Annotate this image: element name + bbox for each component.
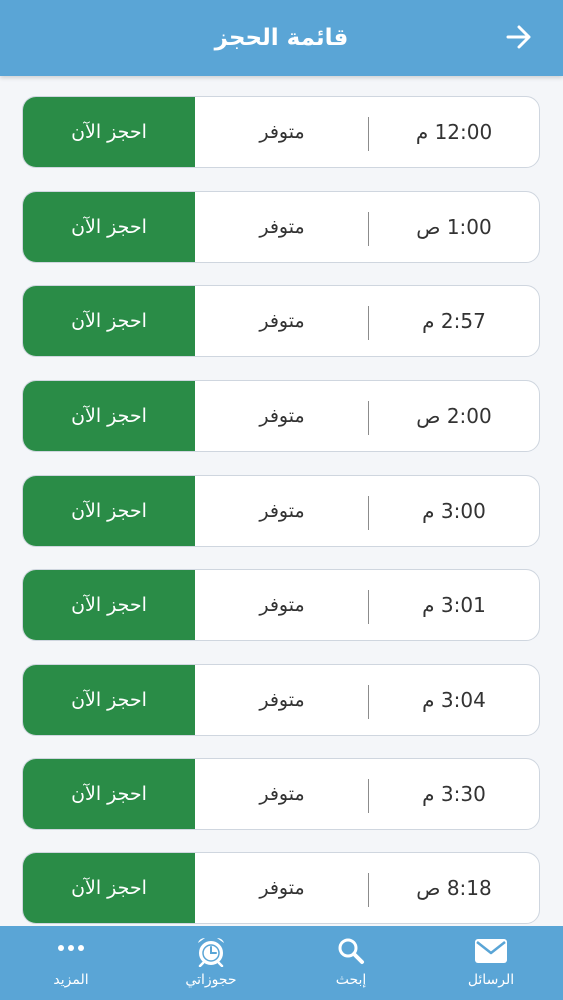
book-now-button[interactable]: احجز الآن <box>23 759 195 829</box>
availability-status: متوفر <box>259 877 305 899</box>
availability-status: متوفر <box>259 405 305 427</box>
book-now-button[interactable]: احجز الآن <box>23 192 195 262</box>
book-now-button[interactable]: احجز الآن <box>23 286 195 356</box>
more-dots-icon <box>57 940 85 956</box>
nav-more-label: المزيد <box>53 972 89 988</box>
book-now-button[interactable]: احجز الآن <box>23 381 195 451</box>
booking-row: احجز الآن متوفر 8:18 ص <box>22 852 540 924</box>
search-icon <box>337 937 365 965</box>
nav-bookings-label: حجوزاتي <box>185 972 237 988</box>
availability-status: متوفر <box>259 310 305 332</box>
booking-row: احجز الآن متوفر 3:30 م <box>22 758 540 830</box>
booking-row: احجز الآن متوفر 12:00 م <box>22 96 540 168</box>
time-slot: 3:04 م <box>422 688 486 712</box>
booking-row: احجز الآن متوفر 1:00 ص <box>22 191 540 263</box>
booking-row: احجز الآن متوفر 3:01 م <box>22 569 540 641</box>
nav-messages[interactable]: الرسائل <box>421 926 561 1000</box>
app-header: قائمة الحجز <box>0 0 563 76</box>
availability-status: متوفر <box>259 216 305 238</box>
nav-search[interactable]: إبحث <box>281 926 421 1000</box>
time-slot: 3:30 م <box>422 782 486 806</box>
time-slot: 1:00 ص <box>416 215 492 239</box>
availability-status: متوفر <box>259 121 305 143</box>
availability-status: متوفر <box>259 594 305 616</box>
availability-status: متوفر <box>259 500 305 522</box>
book-now-button[interactable]: احجز الآن <box>23 97 195 167</box>
booking-row: احجز الآن متوفر 2:57 م <box>22 285 540 357</box>
nav-more[interactable]: المزيد <box>1 926 141 1000</box>
envelope-icon <box>474 938 508 964</box>
nav-messages-label: الرسائل <box>467 972 515 988</box>
time-slot: 12:00 م <box>415 120 493 144</box>
alarm-clock-icon <box>195 935 227 967</box>
nav-bookings[interactable]: حجوزاتي <box>141 926 281 1000</box>
booking-row: احجز الآن متوفر 3:04 م <box>22 664 540 736</box>
arrow-right-icon <box>506 25 532 53</box>
page-title: قائمة الحجز <box>214 25 349 51</box>
time-slot: 2:57 م <box>422 309 486 333</box>
time-slot: 3:00 م <box>422 499 486 523</box>
bottom-navigation: المزيد حجوزاتي إبحث الرسائل <box>0 926 563 1000</box>
book-now-button[interactable]: احجز الآن <box>23 853 195 923</box>
book-now-button[interactable]: احجز الآن <box>23 476 195 546</box>
book-now-button[interactable]: احجز الآن <box>23 665 195 735</box>
booking-row: احجز الآن متوفر 2:00 ص <box>22 380 540 452</box>
availability-status: متوفر <box>259 783 305 805</box>
booking-row: احجز الآن متوفر 3:00 م <box>22 475 540 547</box>
time-slot: 8:18 ص <box>416 876 492 900</box>
availability-status: متوفر <box>259 689 305 711</box>
nav-search-label: إبحث <box>335 972 367 988</box>
time-slot: 2:00 ص <box>416 404 492 428</box>
time-slot: 3:01 م <box>422 593 486 617</box>
book-now-button[interactable]: احجز الآن <box>23 570 195 640</box>
back-button[interactable] <box>496 20 542 58</box>
